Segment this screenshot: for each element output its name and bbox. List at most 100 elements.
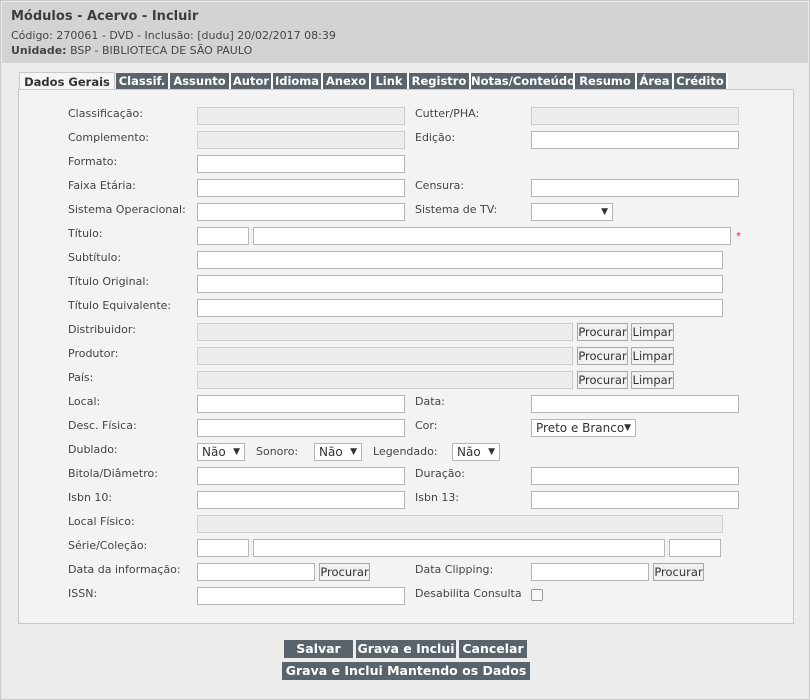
dropdown-arrow-icon: ▼: [350, 447, 357, 457]
data-label: Data:: [415, 395, 445, 408]
pais-field: [197, 371, 573, 389]
distribuidor-field: [197, 323, 573, 341]
local-fisico-field: [197, 515, 723, 533]
data-clipping-field[interactable]: [531, 563, 649, 581]
pais-limpar-button[interactable]: Limpar: [631, 371, 674, 389]
tab-credito[interactable]: Crédito: [674, 73, 728, 89]
censura-label: Censura:: [415, 179, 465, 192]
issn-label: ISSN:: [68, 587, 98, 600]
produtor-procurar-button[interactable]: Procurar: [577, 347, 628, 365]
sistema-tv-label: Sistema de TV:: [415, 203, 498, 216]
bitola-label: Bitola/Diâmetro:: [68, 467, 158, 480]
tab-notas-conteudo[interactable]: Notas/Conteúdo: [471, 73, 575, 89]
cutter-label: Cutter/PHA:: [415, 107, 480, 120]
isbn10-label: Isbn 10:: [68, 491, 113, 504]
pais-procurar-button[interactable]: Procurar: [577, 371, 628, 389]
isbn13-label: Isbn 13:: [415, 491, 460, 504]
distribuidor-label: Distribuidor:: [68, 323, 136, 336]
tab-area[interactable]: Área: [637, 73, 674, 89]
subtitulo-field[interactable]: [197, 251, 723, 269]
titulo-equivalente-field[interactable]: [197, 299, 723, 317]
tab-registro[interactable]: Registro: [409, 73, 471, 89]
titulo-article-field[interactable]: [197, 227, 249, 245]
dropdown-arrow-icon: ▼: [488, 447, 495, 457]
unit-info: Unidade: BSP - BIBLIOTECA DE SÃO PAULO: [11, 44, 252, 57]
data-informacao-label: Data da informação:: [68, 563, 181, 576]
data-informacao-field[interactable]: [197, 563, 315, 581]
cancelar-button[interactable]: Cancelar: [459, 640, 527, 658]
titulo-equivalente-label: Título Equivalente:: [68, 299, 172, 312]
faixa-etaria-field[interactable]: [197, 179, 405, 197]
formato-label: Formato:: [68, 155, 118, 168]
desc-fisica-label: Desc. Física:: [68, 419, 137, 432]
desabilita-consulta-checkbox[interactable]: [531, 589, 543, 601]
faixa-etaria-label: Faixa Etária:: [68, 179, 136, 192]
titulo-label: Título:: [68, 227, 103, 240]
tab-link[interactable]: Link: [371, 73, 409, 89]
distribuidor-procurar-button[interactable]: Procurar: [577, 323, 628, 341]
page-title: Módulos - Acervo - Incluir: [11, 9, 199, 24]
data-clipping-label: Data Clipping:: [415, 563, 494, 576]
legendado-select[interactable]: Não ▼: [452, 443, 500, 461]
titulo-field[interactable]: [253, 227, 731, 245]
formato-field[interactable]: [197, 155, 405, 173]
data-clipping-procurar-button[interactable]: Procurar: [653, 563, 704, 581]
dublado-select-value: Não: [202, 445, 226, 459]
required-mark: *: [736, 231, 741, 242]
local-field[interactable]: [197, 395, 405, 413]
serie-number-field[interactable]: [669, 539, 721, 557]
data-field[interactable]: [531, 395, 739, 413]
dropdown-arrow-icon: ▼: [624, 423, 631, 433]
serie-label: Série/Coleção:: [68, 539, 148, 552]
sonoro-select-value: Não: [319, 445, 343, 459]
sistema-operacional-label: Sistema Operacional:: [68, 203, 186, 216]
serie-code-field[interactable]: [197, 539, 249, 557]
produtor-limpar-button[interactable]: Limpar: [631, 347, 674, 365]
censura-field[interactable]: [531, 179, 739, 197]
isbn10-field[interactable]: [197, 491, 405, 509]
data-informacao-procurar-button[interactable]: Procurar: [319, 563, 370, 581]
distribuidor-limpar-button[interactable]: Limpar: [631, 323, 674, 341]
cor-select[interactable]: Preto e Branco ▼: [531, 419, 636, 437]
edicao-label: Edição:: [415, 131, 456, 144]
unit-value: BSP - BIBLIOTECA DE SÃO PAULO: [70, 44, 253, 57]
sonoro-select[interactable]: Não ▼: [314, 443, 362, 461]
titulo-original-field[interactable]: [197, 275, 723, 293]
dublado-select[interactable]: Não ▼: [197, 443, 245, 461]
complemento-field: [197, 131, 405, 149]
grava-inclui-button[interactable]: Grava e Inclui: [356, 640, 456, 658]
tab-idioma[interactable]: Idioma: [273, 73, 323, 89]
duracao-field[interactable]: [531, 467, 739, 485]
edicao-field[interactable]: [531, 131, 739, 149]
produtor-label: Produtor:: [68, 347, 119, 360]
local-label: Local:: [68, 395, 101, 408]
pais-label: País:: [68, 371, 94, 384]
tab-anexo[interactable]: Anexo: [323, 73, 371, 89]
produtor-field: [197, 347, 573, 365]
sistema-operacional-field[interactable]: [197, 203, 405, 221]
desabilita-consulta-label: Desabilita Consulta: [415, 587, 522, 600]
tab-classif[interactable]: Classif.: [116, 73, 170, 89]
classificacao-field: [197, 107, 405, 125]
local-fisico-label: Local Físico:: [68, 515, 135, 528]
isbn13-field[interactable]: [531, 491, 739, 509]
tab-resumo[interactable]: Resumo: [575, 73, 637, 89]
legendado-select-value: Não: [457, 445, 481, 459]
subtitulo-label: Subtítulo:: [68, 251, 122, 264]
desc-fisica-field[interactable]: [197, 419, 405, 437]
tab-autor[interactable]: Autor: [231, 73, 273, 89]
dropdown-arrow-icon: ▼: [233, 447, 240, 457]
dropdown-arrow-icon: ▼: [601, 207, 608, 217]
issn-field[interactable]: [197, 587, 405, 605]
bitola-field[interactable]: [197, 467, 405, 485]
serie-field[interactable]: [253, 539, 665, 557]
unit-label: Unidade:: [11, 44, 67, 57]
cor-label: Cor:: [415, 419, 438, 432]
classificacao-label: Classificação:: [68, 107, 143, 120]
sistema-tv-select[interactable]: ▼: [531, 203, 613, 221]
complemento-label: Complemento:: [68, 131, 150, 144]
grava-inclui-mantendo-button[interactable]: Grava e Inclui Mantendo os Dados: [282, 662, 530, 680]
tab-assunto[interactable]: Assunto: [170, 73, 231, 89]
salvar-button[interactable]: Salvar: [284, 640, 353, 658]
tab-dados-gerais[interactable]: Dados Gerais: [19, 72, 115, 90]
